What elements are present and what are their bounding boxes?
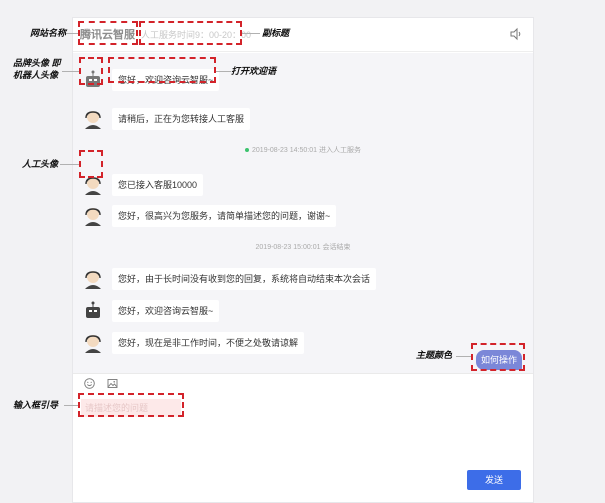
annotation-theme-color: 主题颜色 [416,350,453,360]
message-bubble: 您已接入客服10000 [112,174,204,196]
annotation-subtitle: 副标题 [262,28,290,38]
send-button[interactable]: 发送 [467,470,521,490]
image-icon[interactable] [107,378,118,389]
system-message: 2019-08-23 15:00:01 会话结束 [255,244,351,251]
annotation-welcome: 打开欢迎语 [231,66,277,76]
theme-color-button[interactable]: 如何操作 [476,350,522,370]
subtitle: 人工服务时间9：00-20：00 [141,30,251,40]
connector-line [64,405,78,406]
emoji-icon[interactable] [84,378,95,389]
message-bubble: 您好，现在是非工作时间，不便之处敬请谅解 [112,332,305,354]
agent-avatar [85,271,101,289]
message-row: 请稍后，正在为您转接人工客服 [82,107,251,131]
chat-header: 腾讯云智服 人工服务时间9：00-20：00 [73,18,533,52]
annotation-brand-avatar: 品牌头像 即 [13,58,61,68]
message-row: 您好，欢迎咨询云智服~ [82,299,220,323]
message-bubble: 您好，欢迎咨询云智服~ [112,69,220,91]
message-bubble: 您好，欢迎咨询云智服~ [112,300,220,322]
status-dot [245,148,250,153]
chat-area: 您好，欢迎咨询云智服~ 请稍后，正在为您转接人工客服 2019-08-23 14… [73,53,533,373]
connector-line [242,33,260,34]
speaker-icon[interactable] [509,27,523,41]
message-bubble: 您好，很高兴为您服务，请简单描述您的问题，谢谢~ [112,205,337,227]
message-row: 您好，很高兴为您服务，请简单描述您的问题，谢谢~ [82,204,337,228]
agent-avatar [85,335,101,353]
message-row: 您好，由于长时间没有收到您的回复，系统将自动结束本次会话 [82,267,377,291]
connector-line [60,164,79,165]
robot-avatar [86,301,100,318]
message-row: 您好，现在是非工作时间，不便之处敬请谅解 [82,331,305,355]
chat-widget: 腾讯云智服 人工服务时间9：00-20：00 您好，欢迎咨询云智服~ 请稍后，正… [72,17,534,503]
agent-avatar [85,177,101,195]
annotation-input-guide: 输入框引导 [13,400,59,410]
connector-line [216,71,231,72]
message-row: 您已接入客服10000 [82,173,204,197]
message-bubble: 请稍后，正在为您转接人工客服 [112,108,251,130]
system-message: 2019-08-23 14:50:01 进入人工服务 [73,146,533,156]
annotation-brand-avatar-2: 机器人头像 [13,70,59,80]
message-bubble: 您好，由于长时间没有收到您的回复，系统将自动结束本次会话 [112,268,377,290]
connector-line [65,33,78,34]
connector-line [456,356,471,357]
agent-avatar [85,208,101,226]
connector-line [62,71,79,72]
input-placeholder[interactable]: 请描述您的问题 [81,399,181,417]
message-row: 您好，欢迎咨询云智服~ [82,68,220,92]
annotation-site-name: 网站名称 [30,28,67,38]
input-toolbar [73,373,533,391]
site-name: 腾讯云智服 [80,29,135,41]
agent-avatar [85,111,101,129]
annotation-agent-avatar: 人工头像 [22,159,59,169]
robot-avatar [86,70,100,87]
